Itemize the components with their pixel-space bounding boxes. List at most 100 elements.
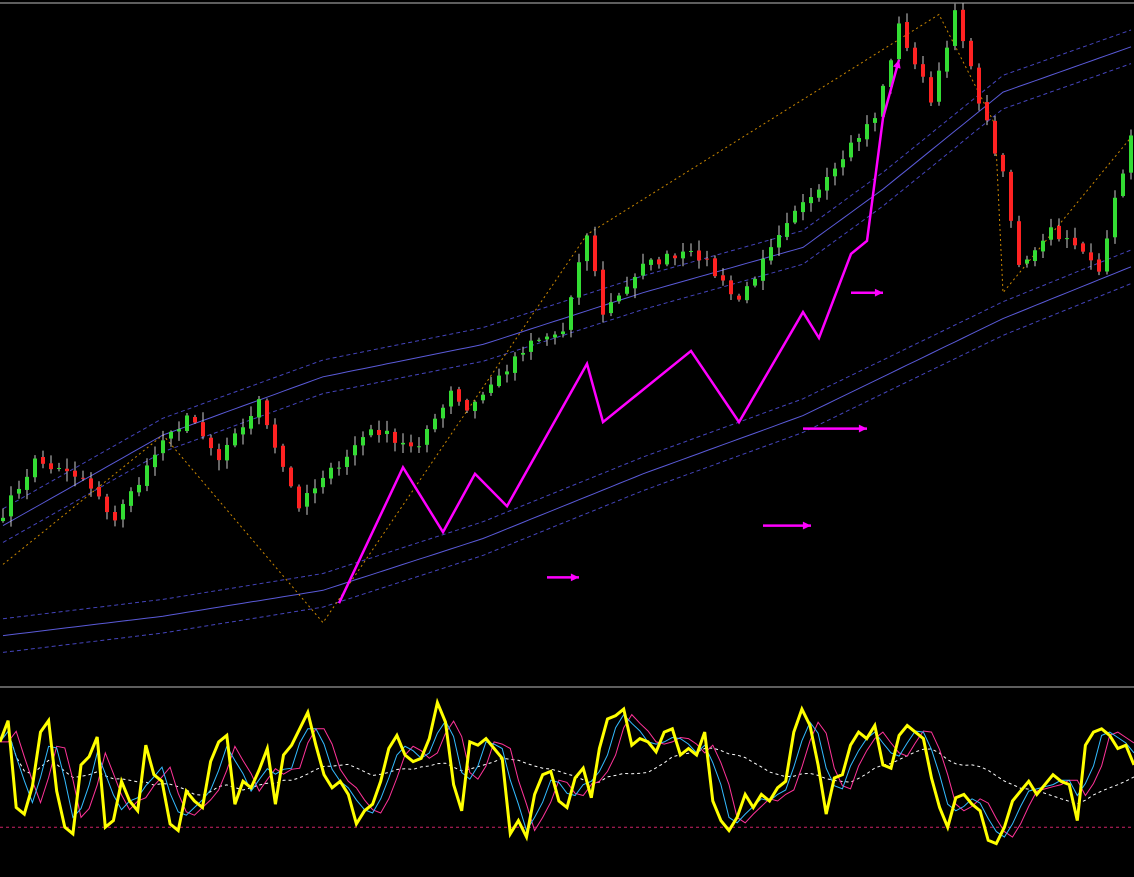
candle-body xyxy=(129,491,133,506)
price-panel xyxy=(0,2,1134,688)
candle-body xyxy=(153,454,157,468)
candle-body xyxy=(905,22,909,48)
annotation-arrow-path xyxy=(337,59,901,604)
candle-body xyxy=(497,375,501,387)
candle-body xyxy=(921,64,925,77)
candle-body xyxy=(33,458,37,478)
candle-body xyxy=(1049,227,1053,240)
candle-body xyxy=(705,258,709,260)
candle-body xyxy=(809,197,813,204)
candle-body xyxy=(1081,243,1085,252)
candle-body xyxy=(833,168,837,177)
candle-body xyxy=(857,138,861,142)
candle-body xyxy=(137,484,141,493)
candle-body xyxy=(313,488,317,494)
annotation-arrows xyxy=(337,59,901,604)
annotation-arrowhead xyxy=(570,573,579,582)
candle-body xyxy=(1121,173,1125,197)
candle-body xyxy=(105,496,109,513)
oscillator-panel xyxy=(0,697,1134,846)
envelope-upper-band-bottom xyxy=(2,63,1132,543)
candle-body xyxy=(545,336,549,340)
candle-body xyxy=(553,334,557,338)
candle-body xyxy=(465,400,469,411)
candle-body xyxy=(873,118,877,123)
candle-body xyxy=(737,295,741,300)
candle-body xyxy=(337,467,341,469)
candle-body xyxy=(561,331,565,335)
candle-body xyxy=(1105,238,1109,272)
candle-body xyxy=(793,210,797,223)
candle-body xyxy=(969,40,973,67)
candle-body xyxy=(777,235,781,248)
candle-body xyxy=(49,463,53,470)
candle-body xyxy=(937,70,941,102)
candle-body xyxy=(217,449,221,461)
candle-body xyxy=(665,253,669,265)
candle-body xyxy=(161,440,165,454)
candle-body xyxy=(177,429,181,432)
candle-body xyxy=(1113,197,1117,238)
candle-body xyxy=(441,407,445,419)
candle-body xyxy=(73,470,77,477)
candle-body xyxy=(393,431,397,443)
annotation-arrowhead xyxy=(858,424,867,433)
candle-body xyxy=(193,416,197,423)
candle-body xyxy=(433,418,437,430)
candle-body xyxy=(17,488,21,494)
candle-body xyxy=(273,424,277,448)
candle-body xyxy=(81,477,85,479)
candle-body xyxy=(649,259,653,265)
candle-body xyxy=(585,235,589,262)
envelope-upper-line xyxy=(2,46,1132,527)
candle-body xyxy=(417,446,421,448)
candle-body xyxy=(961,9,965,42)
candle-body xyxy=(625,286,629,294)
candle-body xyxy=(593,235,597,272)
candle-body xyxy=(25,476,29,490)
candle-body xyxy=(753,278,757,286)
candle-body xyxy=(817,189,821,198)
candle-body xyxy=(345,456,349,467)
candle-body xyxy=(945,47,949,72)
candle-body xyxy=(825,176,829,191)
candle-body xyxy=(145,465,149,486)
candle-body xyxy=(745,286,749,301)
chart-root xyxy=(0,0,1134,877)
candle-body xyxy=(641,263,645,276)
candle-body xyxy=(185,415,189,432)
candle-body xyxy=(489,384,493,393)
candle-body xyxy=(537,339,541,341)
candle-body xyxy=(1033,250,1037,261)
candle-body xyxy=(617,295,621,302)
candle-body xyxy=(1073,237,1077,246)
candle-body xyxy=(513,356,517,373)
candle-body xyxy=(505,371,509,375)
candle-body xyxy=(609,302,613,314)
candle-body xyxy=(913,47,917,65)
candle-body xyxy=(993,120,997,154)
candle-body xyxy=(281,445,285,467)
annotation-arrowhead xyxy=(802,521,811,530)
candle-body xyxy=(977,67,981,104)
candle-body xyxy=(689,250,693,252)
candle-body xyxy=(729,280,733,295)
candle-body xyxy=(1129,135,1133,173)
candle-body xyxy=(721,275,725,281)
candle-body xyxy=(121,504,125,520)
candle-body xyxy=(769,247,773,261)
candle-body xyxy=(113,512,117,521)
candle-body xyxy=(657,259,661,265)
candle-body xyxy=(801,202,805,213)
candle-body xyxy=(481,394,485,401)
candle-body xyxy=(681,251,685,259)
candle-body xyxy=(577,262,581,298)
candle-body xyxy=(41,457,45,464)
candle-body xyxy=(377,429,381,435)
candle-body xyxy=(329,467,333,479)
candle-body xyxy=(97,486,101,497)
candle-body xyxy=(473,401,477,411)
candle-body xyxy=(841,159,845,168)
candle-body xyxy=(257,399,261,418)
candle-body xyxy=(361,437,365,446)
